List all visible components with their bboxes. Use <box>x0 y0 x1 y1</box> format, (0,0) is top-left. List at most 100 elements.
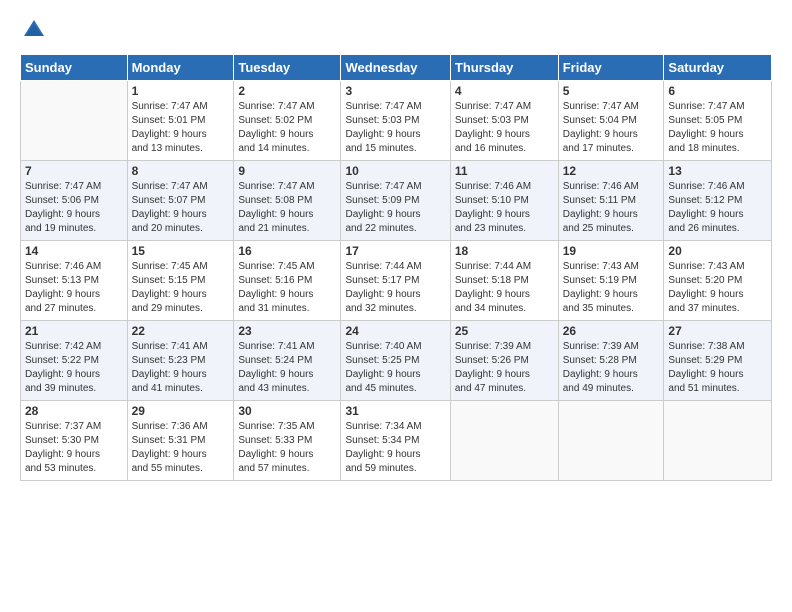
calendar-week-row: 28Sunrise: 7:37 AMSunset: 5:30 PMDayligh… <box>21 401 772 481</box>
calendar-cell: 28Sunrise: 7:37 AMSunset: 5:30 PMDayligh… <box>21 401 128 481</box>
calendar-header-sunday: Sunday <box>21 55 128 81</box>
calendar-cell: 30 Sunrise: 7:35 AMSunset: 5:33 PMDayligh… <box>234 401 341 481</box>
day-info: Sunrise: 7:39 AMSunset: 5:26 PMDaylight:… <box>455 340 554 396</box>
day-info: Sunrise: 7:47 AMSunset: 5:08 PMDaylight:… <box>238 180 336 236</box>
day-info: Sunrise: 7:39 AMSunset: 5:28 PMDaylight:… <box>563 340 660 396</box>
calendar-cell: 29Sunrise: 7:36 AMSunset: 5:31 PMDayligh… <box>127 401 234 481</box>
day-number: 11 <box>455 164 554 178</box>
day-info: Sunrise: 7:41 AMSunset: 5:23 PMDaylight:… <box>132 340 230 396</box>
calendar-cell: 5 Sunrise: 7:47 AMSunset: 5:04 PMDaylight… <box>558 81 664 161</box>
calendar-cell: 16 Sunrise: 7:45 AMSunset: 5:16 PMDayligh… <box>234 241 341 321</box>
calendar-cell: 4Sunrise: 7:47 AMSunset: 5:03 PMDaylight… <box>450 81 558 161</box>
day-number: 19 <box>563 244 660 258</box>
calendar-header-row: SundayMondayTuesdayWednesdayThursdayFrid… <box>21 55 772 81</box>
day-number: 10 <box>345 164 445 178</box>
day-number: 9 <box>238 164 336 178</box>
day-info: Sunrise: 7:47 AMSunset: 5:09 PMDaylight:… <box>345 180 445 236</box>
calendar-cell: 9 Sunrise: 7:47 AMSunset: 5:08 PMDaylight… <box>234 161 341 241</box>
day-info: Sunrise: 7:47 AMSunset: 5:03 PMDaylight:… <box>345 100 445 156</box>
day-number: 3 <box>345 84 445 98</box>
calendar-cell: 19 Sunrise: 7:43 AMSunset: 5:19 PMDayligh… <box>558 241 664 321</box>
calendar-cell: 10 Sunrise: 7:47 AMSunset: 5:09 PMDayligh… <box>341 161 450 241</box>
day-number: 17 <box>345 244 445 258</box>
day-number: 28 <box>25 404 123 418</box>
day-number: 21 <box>25 324 123 338</box>
day-number: 26 <box>563 324 660 338</box>
logo <box>20 16 52 44</box>
calendar-cell <box>558 401 664 481</box>
calendar-week-row: 7Sunrise: 7:47 AMSunset: 5:06 PMDaylight… <box>21 161 772 241</box>
day-number: 12 <box>563 164 660 178</box>
day-info: Sunrise: 7:47 AMSunset: 5:06 PMDaylight:… <box>25 180 123 236</box>
calendar-week-row: 21Sunrise: 7:42 AMSunset: 5:22 PMDayligh… <box>21 321 772 401</box>
day-info: Sunrise: 7:38 AMSunset: 5:29 PMDaylight:… <box>668 340 767 396</box>
day-number: 27 <box>668 324 767 338</box>
calendar-week-row: 1Sunrise: 7:47 AMSunset: 5:01 PMDaylight… <box>21 81 772 161</box>
calendar-cell: 17 Sunrise: 7:44 AMSunset: 5:17 PMDayligh… <box>341 241 450 321</box>
day-number: 22 <box>132 324 230 338</box>
calendar-cell <box>21 81 128 161</box>
day-number: 20 <box>668 244 767 258</box>
day-info: Sunrise: 7:46 AMSunset: 5:13 PMDaylight:… <box>25 260 123 316</box>
calendar-table: SundayMondayTuesdayWednesdayThursdayFrid… <box>20 54 772 481</box>
day-info: Sunrise: 7:46 AMSunset: 5:11 PMDaylight:… <box>563 180 660 236</box>
main-container: SundayMondayTuesdayWednesdayThursdayFrid… <box>0 0 792 491</box>
day-info: Sunrise: 7:44 AMSunset: 5:18 PMDaylight:… <box>455 260 554 316</box>
calendar-cell: 1Sunrise: 7:47 AMSunset: 5:01 PMDaylight… <box>127 81 234 161</box>
day-number: 31 <box>345 404 445 418</box>
calendar-header-wednesday: Wednesday <box>341 55 450 81</box>
calendar-cell: 6Sunrise: 7:47 AMSunset: 5:05 PMDaylight… <box>664 81 772 161</box>
day-info: Sunrise: 7:43 AMSunset: 5:19 PMDaylight:… <box>563 260 660 316</box>
day-info: Sunrise: 7:46 AMSunset: 5:12 PMDaylight:… <box>668 180 767 236</box>
calendar-header-monday: Monday <box>127 55 234 81</box>
calendar-cell: 13Sunrise: 7:46 AMSunset: 5:12 PMDayligh… <box>664 161 772 241</box>
calendar-cell: 21Sunrise: 7:42 AMSunset: 5:22 PMDayligh… <box>21 321 128 401</box>
day-info: Sunrise: 7:34 AMSunset: 5:34 PMDaylight:… <box>345 420 445 476</box>
calendar-cell: 25 Sunrise: 7:39 AMSunset: 5:26 PMDayligh… <box>450 321 558 401</box>
day-info: Sunrise: 7:44 AMSunset: 5:17 PMDaylight:… <box>345 260 445 316</box>
day-number: 18 <box>455 244 554 258</box>
day-number: 15 <box>132 244 230 258</box>
day-number: 14 <box>25 244 123 258</box>
day-info: Sunrise: 7:47 AMSunset: 5:04 PMDaylight:… <box>563 100 660 156</box>
calendar-header-saturday: Saturday <box>664 55 772 81</box>
day-info: Sunrise: 7:41 AMSunset: 5:24 PMDaylight:… <box>238 340 336 396</box>
calendar-cell: 2 Sunrise: 7:47 AMSunset: 5:02 PMDaylight… <box>234 81 341 161</box>
day-info: Sunrise: 7:35 AMSunset: 5:33 PMDaylight:… <box>238 420 336 476</box>
day-info: Sunrise: 7:47 AMSunset: 5:03 PMDaylight:… <box>455 100 554 156</box>
calendar-cell: 31 Sunrise: 7:34 AMSunset: 5:34 PMDayligh… <box>341 401 450 481</box>
calendar-cell: 3 Sunrise: 7:47 AMSunset: 5:03 PMDaylight… <box>341 81 450 161</box>
calendar-cell: 7Sunrise: 7:47 AMSunset: 5:06 PMDaylight… <box>21 161 128 241</box>
day-info: Sunrise: 7:47 AMSunset: 5:01 PMDaylight:… <box>132 100 230 156</box>
calendar-cell: 22 Sunrise: 7:41 AMSunset: 5:23 PMDayligh… <box>127 321 234 401</box>
calendar-cell: 26 Sunrise: 7:39 AMSunset: 5:28 PMDayligh… <box>558 321 664 401</box>
calendar-cell: 12 Sunrise: 7:46 AMSunset: 5:11 PMDayligh… <box>558 161 664 241</box>
header <box>20 16 772 44</box>
day-info: Sunrise: 7:47 AMSunset: 5:07 PMDaylight:… <box>132 180 230 236</box>
day-info: Sunrise: 7:40 AMSunset: 5:25 PMDaylight:… <box>345 340 445 396</box>
day-number: 8 <box>132 164 230 178</box>
day-info: Sunrise: 7:46 AMSunset: 5:10 PMDaylight:… <box>455 180 554 236</box>
day-info: Sunrise: 7:43 AMSunset: 5:20 PMDaylight:… <box>668 260 767 316</box>
calendar-cell: 15 Sunrise: 7:45 AMSunset: 5:15 PMDayligh… <box>127 241 234 321</box>
day-info: Sunrise: 7:36 AMSunset: 5:31 PMDaylight:… <box>132 420 230 476</box>
calendar-cell: 24 Sunrise: 7:40 AMSunset: 5:25 PMDayligh… <box>341 321 450 401</box>
logo-icon <box>20 16 48 44</box>
day-info: Sunrise: 7:45 AMSunset: 5:15 PMDaylight:… <box>132 260 230 316</box>
day-number: 30 <box>238 404 336 418</box>
calendar-header-thursday: Thursday <box>450 55 558 81</box>
day-number: 23 <box>238 324 336 338</box>
calendar-cell <box>664 401 772 481</box>
day-info: Sunrise: 7:47 AMSunset: 5:05 PMDaylight:… <box>668 100 767 156</box>
day-number: 16 <box>238 244 336 258</box>
day-info: Sunrise: 7:45 AMSunset: 5:16 PMDaylight:… <box>238 260 336 316</box>
calendar-cell <box>450 401 558 481</box>
day-number: 2 <box>238 84 336 98</box>
calendar-cell: 8 Sunrise: 7:47 AMSunset: 5:07 PMDaylight… <box>127 161 234 241</box>
day-number: 5 <box>563 84 660 98</box>
day-number: 25 <box>455 324 554 338</box>
day-number: 24 <box>345 324 445 338</box>
calendar-cell: 14 Sunrise: 7:46 AMSunset: 5:13 PMDayligh… <box>21 241 128 321</box>
day-info: Sunrise: 7:47 AMSunset: 5:02 PMDaylight:… <box>238 100 336 156</box>
calendar-cell: 20 Sunrise: 7:43 AMSunset: 5:20 PMDayligh… <box>664 241 772 321</box>
